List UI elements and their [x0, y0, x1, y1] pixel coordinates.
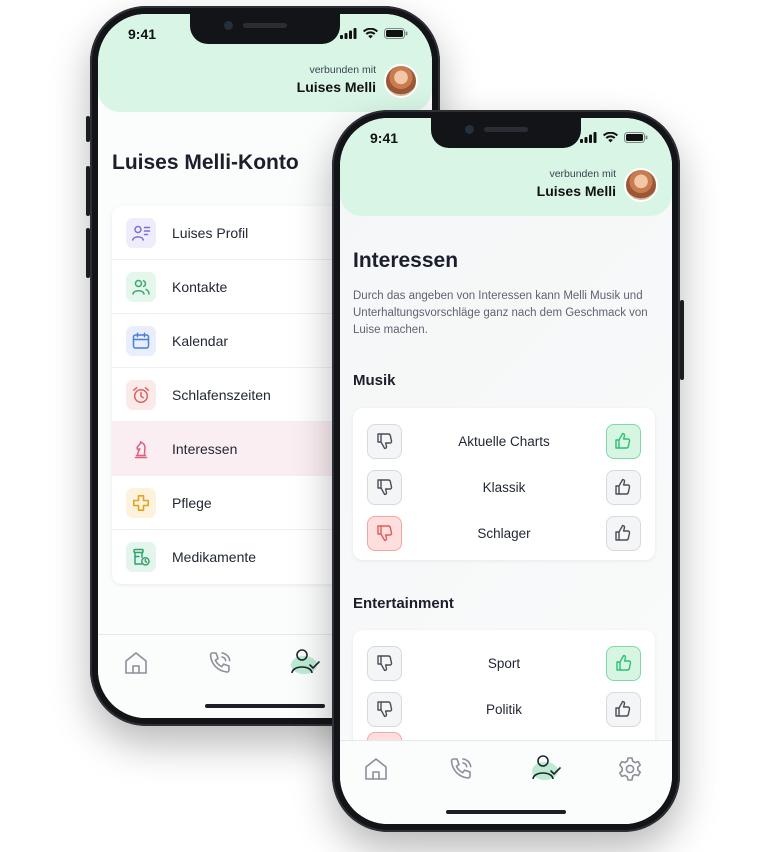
calendar-icon	[126, 325, 156, 356]
menu-item-medikamente[interactable]: Medikamente	[112, 530, 352, 584]
interest-label: Klassik	[482, 479, 526, 495]
wifi-icon	[603, 132, 618, 143]
account-menu: Luises Profil Kontakte Kalendar Schlafen…	[112, 206, 352, 584]
thumbs-up-button[interactable]	[605, 691, 641, 727]
status-icons	[340, 28, 408, 39]
thumbs-up-icon	[615, 700, 631, 717]
power-button	[680, 300, 684, 380]
page-title: Interessen	[353, 249, 459, 272]
interest-row: Aktuelle Charts	[367, 418, 641, 464]
interests-screen: 9:41 verbunden mit Luises Melli Interess…	[340, 118, 672, 824]
menu-item-schlafenszeiten[interactable]: Schlafenszeiten	[112, 368, 352, 422]
home-icon[interactable]	[122, 649, 150, 677]
menu-item-pflege[interactable]: Pflege	[112, 476, 352, 530]
connection-name: Luises Melli	[536, 183, 616, 199]
menu-label: Kontakte	[172, 278, 228, 295]
wifi-icon	[363, 28, 378, 39]
signal-icon	[340, 28, 357, 39]
account-icon[interactable]	[288, 645, 322, 684]
profile-list-icon	[126, 217, 156, 248]
menu-item-profil[interactable]: Luises Profil	[112, 206, 352, 260]
section-title-entertainment: Entertainment	[353, 595, 454, 612]
thumbs-up-icon	[615, 478, 631, 495]
interest-card-musik: Aktuelle Charts Klassik Schlager	[353, 408, 655, 560]
thumbs-down-button[interactable]	[367, 691, 402, 727]
interest-row: Sport	[367, 640, 641, 686]
thumbs-down-icon	[376, 525, 392, 542]
connection-info: verbunden mit Luises Melli	[297, 64, 376, 95]
thumbs-down-icon	[376, 701, 392, 718]
connection-label: verbunden mit	[309, 64, 376, 76]
thumbs-down-icon	[376, 655, 392, 672]
status-time: 9:41	[128, 26, 157, 42]
avatar[interactable]	[624, 168, 658, 202]
battery-icon	[624, 132, 648, 143]
connection-label: verbunden mit	[549, 168, 616, 180]
thumbs-up-icon	[615, 524, 631, 541]
thumbs-down-button[interactable]	[367, 515, 402, 551]
notch	[190, 14, 340, 44]
interest-row: Schlager	[367, 510, 641, 556]
medication-icon	[126, 542, 156, 572]
page-description: Durch das angeben von Interessen kann Me…	[353, 290, 648, 336]
interest-label: Schlager	[477, 525, 531, 541]
alarm-clock-icon	[126, 379, 156, 410]
connection-name: Luises Melli	[296, 79, 376, 95]
signal-icon	[580, 132, 597, 143]
volume-up-button	[86, 166, 90, 216]
thumbs-down-button[interactable]	[367, 469, 402, 505]
menu-label: Schlafenszeiten	[172, 386, 271, 403]
menu-label: Luises Profil	[172, 224, 249, 241]
interest-row: Politik	[367, 686, 641, 732]
thumbs-up-button[interactable]	[605, 469, 641, 505]
care-cross-icon	[126, 487, 156, 518]
thumbs-down-button[interactable]	[367, 423, 402, 459]
menu-item-kalendar[interactable]: Kalendar	[112, 314, 352, 368]
mute-switch	[86, 116, 90, 142]
battery-icon	[384, 28, 408, 39]
thumbs-down-icon	[376, 479, 392, 496]
avatar[interactable]	[384, 64, 418, 98]
phone-icon[interactable]	[447, 755, 475, 783]
thumbs-down-button[interactable]	[367, 645, 402, 681]
menu-label: Kalendar	[172, 332, 229, 349]
thumbs-up-button[interactable]	[605, 423, 641, 459]
status-time: 9:41	[370, 130, 399, 146]
settings-icon[interactable]	[616, 755, 644, 783]
notch	[431, 118, 581, 148]
menu-label: Medikamente	[172, 549, 257, 565]
home-indicator[interactable]	[446, 810, 566, 814]
menu-label: Pflege	[172, 494, 212, 511]
home-icon[interactable]	[362, 755, 390, 783]
thumbs-up-button[interactable]	[605, 515, 641, 551]
thumbs-up-icon	[615, 654, 631, 671]
thumbs-up-icon	[615, 432, 631, 449]
volume-down-button	[86, 228, 90, 278]
section-title-musik: Musik	[353, 372, 396, 389]
menu-item-interessen[interactable]: Interessen	[112, 422, 352, 476]
account-icon[interactable]	[529, 751, 563, 790]
interest-label: Politik	[485, 701, 522, 717]
menu-label: Interessen	[172, 440, 238, 457]
interest-row: Klassik	[367, 464, 641, 510]
chess-knight-icon	[126, 434, 156, 464]
interest-label: Aktuelle Charts	[458, 433, 550, 449]
home-indicator[interactable]	[205, 704, 325, 708]
page-title: Luises Melli-Konto	[112, 151, 299, 174]
phone-icon[interactable]	[206, 649, 234, 677]
menu-item-kontakte[interactable]: Kontakte	[112, 260, 352, 314]
bottom-nav	[340, 740, 672, 824]
phone-interests: 9:41 verbunden mit Luises Melli Interess…	[332, 110, 684, 832]
connection-info: verbunden mit Luises Melli	[537, 168, 616, 199]
thumbs-up-button[interactable]	[606, 645, 641, 681]
interest-label: Sport	[487, 655, 521, 671]
thumbs-down-icon	[376, 433, 392, 450]
contacts-icon	[126, 271, 156, 302]
status-icons	[580, 132, 648, 143]
